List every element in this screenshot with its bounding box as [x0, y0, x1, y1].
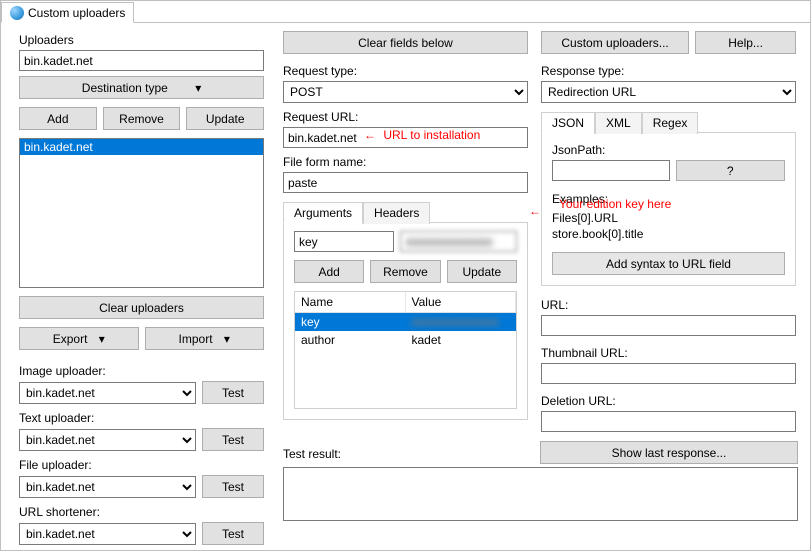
- example-line: Files[0].URL: [552, 210, 785, 226]
- url-shortener-test-button[interactable]: Test: [202, 522, 264, 545]
- tab-headers[interactable]: Headers: [363, 202, 430, 224]
- request-type-label: Request type:: [283, 64, 528, 78]
- thumbnail-url-label: Thumbnail URL:: [541, 346, 796, 360]
- bottom-panel: Test result: Show last response...: [283, 441, 798, 524]
- col-name: Name: [295, 292, 406, 312]
- uploaders-add-button[interactable]: Add: [19, 107, 97, 130]
- request-type-select[interactable]: POST: [283, 81, 528, 103]
- file-form-name-input[interactable]: [283, 172, 528, 193]
- uploaders-update-button[interactable]: Update: [186, 107, 264, 130]
- app-tab-custom-uploaders[interactable]: Custom uploaders: [1, 2, 134, 23]
- request-url-label: Request URL:: [283, 110, 528, 124]
- custom-uploaders-button[interactable]: Custom uploaders...: [541, 31, 689, 54]
- app-tab-strip: Custom uploaders: [1, 1, 810, 23]
- test-result-label: Test result:: [283, 447, 528, 461]
- thumbnail-url-input[interactable]: [541, 363, 796, 384]
- export-button[interactable]: Export ▾: [19, 327, 139, 350]
- file-uploader-select[interactable]: bin.kadet.net: [19, 476, 196, 498]
- uploaders-listbox[interactable]: bin.kadet.net: [19, 138, 264, 288]
- jsonpath-label: JsonPath:: [552, 143, 785, 157]
- chevron-down-icon: ▾: [195, 81, 201, 95]
- import-button[interactable]: Import ▾: [145, 327, 265, 350]
- chevron-down-icon: ▾: [99, 332, 105, 346]
- app-tab-label: Custom uploaders: [28, 6, 125, 20]
- argument-add-button[interactable]: Add: [294, 260, 364, 283]
- list-item[interactable]: bin.kadet.net: [20, 139, 263, 155]
- argument-name-input[interactable]: [294, 231, 394, 252]
- argument-remove-button[interactable]: Remove: [370, 260, 440, 283]
- add-syntax-button[interactable]: Add syntax to URL field: [552, 252, 785, 275]
- image-uploader-select[interactable]: bin.kadet.net: [19, 382, 196, 404]
- show-last-response-button[interactable]: Show last response...: [540, 441, 798, 464]
- deletion-url-label: Deletion URL:: [541, 394, 796, 408]
- table-row[interactable]: author kadet: [295, 331, 516, 349]
- arguments-tabs: Arguments Headers: [283, 201, 528, 223]
- response-type-select[interactable]: Redirection URL: [541, 81, 796, 103]
- globe-icon: [10, 6, 24, 20]
- tab-xml[interactable]: XML: [595, 112, 642, 134]
- content-area: Uploaders Destination type ▾ Add Remove …: [1, 23, 810, 550]
- text-uploader-select[interactable]: bin.kadet.net: [19, 429, 196, 451]
- uploader-name-input[interactable]: [19, 50, 264, 71]
- table-header: Name Value: [295, 292, 516, 313]
- response-type-label: Response type:: [541, 64, 796, 78]
- text-uploader-test-button[interactable]: Test: [202, 428, 264, 451]
- test-result-textarea[interactable]: [283, 467, 798, 521]
- json-tabs: JSON XML Regex: [541, 111, 796, 133]
- text-uploader-label: Text uploader:: [19, 411, 264, 425]
- file-form-name-label: File form name:: [283, 155, 528, 169]
- table-row[interactable]: key ■■■■■■■■■■■■: [295, 313, 516, 331]
- clear-fields-button[interactable]: Clear fields below: [283, 31, 528, 54]
- deletion-url-input[interactable]: [541, 411, 796, 432]
- request-url-input[interactable]: [283, 127, 528, 148]
- tab-regex[interactable]: Regex: [642, 112, 699, 134]
- image-uploader-test-button[interactable]: Test: [202, 381, 264, 404]
- url-shortener-label: URL shortener:: [19, 505, 264, 519]
- example-line: store.book[0].title: [552, 226, 785, 242]
- annotation-arrow-icon: ←: [529, 204, 541, 218]
- url-shortener-select[interactable]: bin.kadet.net: [19, 523, 196, 545]
- examples-block: Examples: Files[0].URL store.book[0].tit…: [552, 191, 785, 242]
- file-uploader-test-button[interactable]: Test: [202, 475, 264, 498]
- jsonpath-input[interactable]: [552, 160, 670, 181]
- jsonpath-help-button[interactable]: ?: [676, 160, 786, 181]
- image-uploader-label: Image uploader:: [19, 364, 264, 378]
- tab-arguments[interactable]: Arguments: [283, 202, 363, 224]
- uploaders-label: Uploaders: [19, 33, 264, 47]
- uploaders-remove-button[interactable]: Remove: [103, 107, 181, 130]
- argument-update-button[interactable]: Update: [447, 260, 517, 283]
- arguments-table[interactable]: Name Value key ■■■■■■■■■■■■ author kadet: [294, 291, 517, 409]
- file-uploader-label: File uploader:: [19, 458, 264, 472]
- json-group: JsonPath: ? Examples: Files[0].URL store…: [541, 132, 796, 286]
- clear-uploaders-button[interactable]: Clear uploaders: [19, 296, 264, 319]
- chevron-down-icon: ▾: [224, 332, 230, 346]
- destination-type-button[interactable]: Destination type ▾: [19, 76, 264, 99]
- col-value: Value: [406, 292, 517, 312]
- help-button[interactable]: Help...: [695, 31, 796, 54]
- url-label: URL:: [541, 298, 796, 312]
- arguments-group: Add Remove Update Name Value key ■■■■■■■…: [283, 222, 528, 420]
- examples-label: Examples:: [552, 191, 785, 207]
- argument-value-input[interactable]: [400, 231, 517, 252]
- request-panel: Clear fields below Request type: POST Re…: [283, 31, 528, 420]
- response-panel: Custom uploaders... Help... Response typ…: [541, 31, 796, 432]
- url-input[interactable]: [541, 315, 796, 336]
- tab-json[interactable]: JSON: [541, 112, 595, 134]
- window: Custom uploaders Uploaders Destination t…: [0, 0, 811, 551]
- uploaders-panel: Uploaders Destination type ▾ Add Remove …: [19, 31, 264, 545]
